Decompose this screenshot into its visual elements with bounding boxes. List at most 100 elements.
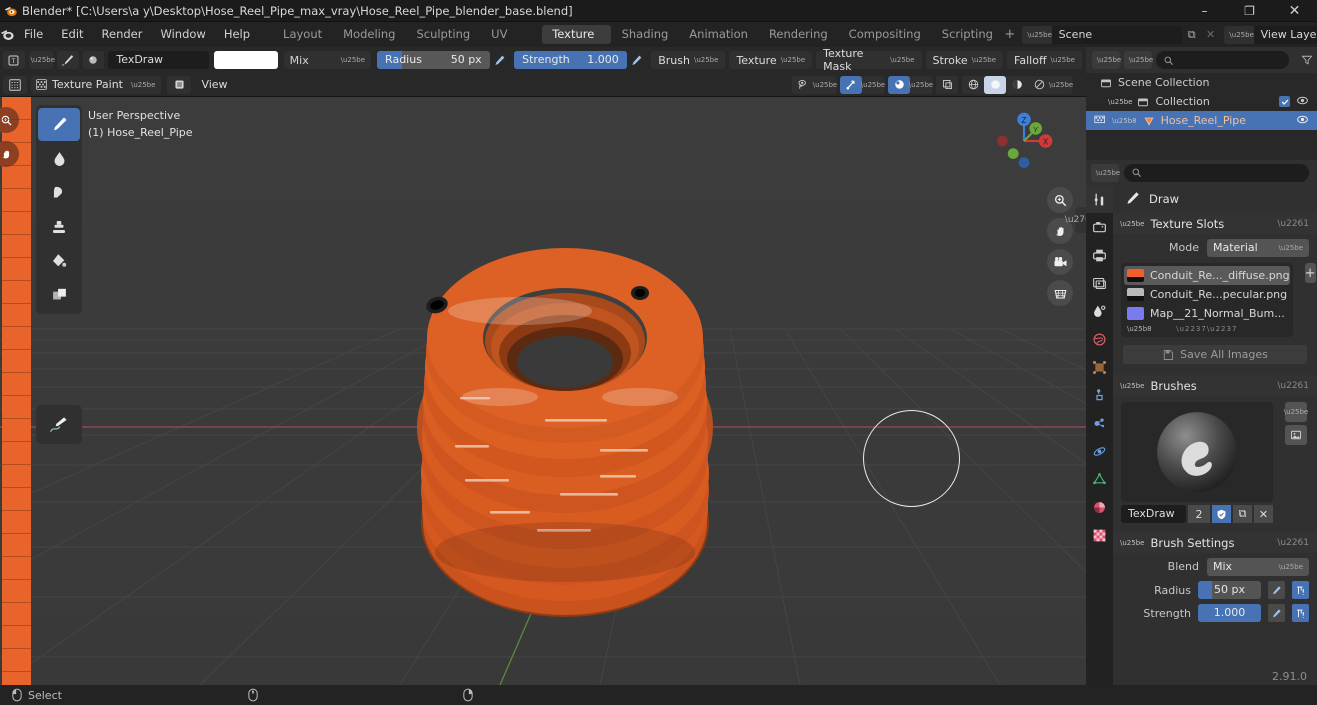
properties-tab-scene[interactable]: [1086, 297, 1113, 325]
brush-name-field[interactable]: TexDraw: [108, 51, 210, 69]
panel-drag-handle[interactable]: \u2261: [1277, 219, 1309, 229]
menu-render[interactable]: Render: [93, 22, 152, 47]
radius-pressure-icon[interactable]: [492, 51, 507, 69]
properties-tab-render[interactable]: [1086, 213, 1113, 241]
outliner-row-scene-collection[interactable]: Scene Collection: [1086, 73, 1317, 92]
material-preview-shading-icon[interactable]: [1006, 76, 1028, 94]
tool-annotate[interactable]: [38, 408, 80, 441]
maximize-button[interactable]: ❐: [1227, 0, 1272, 22]
properties-tab-object-data[interactable]: [1086, 465, 1113, 493]
slot-list-resize-grip[interactable]: \u2237\u2237: [1176, 325, 1237, 333]
tab-texture-paint[interactable]: Texture Paint: [542, 25, 611, 60]
brush-popover[interactable]: Brush \u25be: [651, 51, 726, 69]
unlink-brush-button[interactable]: ✕: [1254, 505, 1273, 523]
falloff-popover[interactable]: Falloff \u25be: [1007, 51, 1082, 69]
image-pan-button[interactable]: [0, 141, 19, 167]
tab-layout[interactable]: Layout: [273, 25, 332, 44]
tool-soften[interactable]: [38, 142, 80, 175]
scene-icon[interactable]: \u25be: [1021, 25, 1052, 44]
object-visibility-icon[interactable]: [1296, 114, 1309, 128]
tab-animation[interactable]: Animation: [679, 25, 758, 44]
editor-type-icon[interactable]: T: [3, 51, 25, 69]
texture-slots-mode-select[interactable]: Material \u25be: [1207, 238, 1309, 257]
scene-name[interactable]: Scene: [1051, 25, 1182, 44]
xray-toggle[interactable]: [936, 75, 958, 94]
3d-viewport[interactable]: User Perspective (1) Hose_Reel_Pipe Z X …: [0, 97, 1086, 685]
gizmo-chevron-icon[interactable]: \u25be: [861, 76, 885, 94]
collection-checkbox[interactable]: [1279, 96, 1290, 107]
properties-tab-particles[interactable]: [1086, 409, 1113, 437]
texture-popover[interactable]: Texture \u25be: [729, 51, 813, 69]
strength-pressure-toggle[interactable]: [1268, 604, 1285, 622]
image-zoom-button[interactable]: [0, 107, 19, 133]
rendered-shading-icon[interactable]: [1028, 76, 1050, 94]
gizmo-popover[interactable]: \u25be: [840, 75, 885, 94]
menu-edit[interactable]: Edit: [52, 22, 92, 47]
props-strength-slider[interactable]: 1.000: [1198, 604, 1261, 622]
zoom-view-button[interactable]: [1047, 187, 1073, 213]
tab-compositing[interactable]: Compositing: [839, 25, 931, 44]
stroke-popover[interactable]: Stroke \u25be: [925, 51, 1004, 69]
brush-name-value[interactable]: TexDraw: [1121, 505, 1186, 523]
view-layer-icon[interactable]: \u25be: [1223, 25, 1254, 44]
blend-mode-select[interactable]: Mix \u25be: [283, 51, 372, 69]
object-disclosure-icon[interactable]: \u25b8: [1112, 117, 1137, 125]
shading-chevron-icon[interactable]: \u25be: [1049, 76, 1073, 94]
tab-modeling[interactable]: Modeling: [333, 25, 405, 44]
properties-tab-output[interactable]: [1086, 241, 1113, 269]
texture-slot-item[interactable]: Conduit_Re...pecular.png: [1124, 285, 1290, 304]
gizmo-toggle-icon[interactable]: [840, 75, 862, 94]
camera-view-button[interactable]: [1047, 249, 1073, 275]
texture-slot-item[interactable]: Conduit_Re..._diffuse.png: [1124, 266, 1290, 285]
panel-drag-handle[interactable]: \u2261: [1277, 381, 1309, 391]
tab-uv-editing[interactable]: UV Editing: [481, 25, 541, 60]
solid-shading-icon[interactable]: [984, 75, 1006, 94]
toggle-orthographic-button[interactable]: [1047, 280, 1073, 306]
texture-slots-disclosure-icon[interactable]: \u25be: [1120, 220, 1144, 228]
radius-slider[interactable]: Radius 50 px: [377, 51, 490, 69]
brush-users-count[interactable]: 2: [1188, 505, 1210, 523]
strength-unified-toggle[interactable]: [1292, 604, 1309, 622]
overlays-popover[interactable]: \u25be: [888, 75, 933, 94]
properties-tab-world[interactable]: [1086, 325, 1113, 353]
view-layer-name[interactable]: View Layer: [1253, 25, 1317, 44]
brush-list-dropdown-button[interactable]: \u25be: [1284, 402, 1308, 422]
props-radius-slider[interactable]: 50 px: [1198, 581, 1261, 599]
tab-sculpting[interactable]: Sculpting: [406, 25, 480, 44]
brush-icon[interactable]: [56, 51, 79, 69]
radius-pressure-toggle[interactable]: [1268, 581, 1285, 599]
properties-search-input[interactable]: [1124, 163, 1309, 182]
overlays-chevron-icon[interactable]: \u25be: [909, 76, 933, 94]
navigation-gizmo[interactable]: Z X Y: [988, 105, 1060, 177]
collection-visibility-icon[interactable]: [1296, 95, 1309, 109]
brush-preview-image-button[interactable]: [1285, 425, 1307, 445]
save-all-images-button[interactable]: Save All Images: [1123, 345, 1307, 364]
tool-fill[interactable]: [38, 244, 80, 277]
viewport-editor-type-icon[interactable]: [3, 75, 27, 94]
properties-tab-material[interactable]: [1086, 493, 1113, 521]
visibility-icon[interactable]: [792, 76, 814, 94]
strength-slider[interactable]: Strength 1.000: [514, 51, 627, 69]
tab-rendering[interactable]: Rendering: [759, 25, 838, 44]
slot-list-expand-icon[interactable]: \u25b8: [1127, 325, 1152, 333]
tab-shading[interactable]: Shading: [612, 25, 679, 44]
brush-settings-disclosure-icon[interactable]: \u25be: [1120, 539, 1144, 547]
menu-help[interactable]: Help: [215, 22, 259, 47]
properties-tab-texture[interactable]: [1086, 521, 1113, 549]
properties-tab-view-layer[interactable]: [1086, 269, 1113, 297]
brush-preview[interactable]: [1121, 402, 1273, 502]
add-texture-slot-button[interactable]: +: [1304, 263, 1316, 283]
properties-tab-object[interactable]: [1086, 353, 1113, 381]
brushes-disclosure-icon[interactable]: \u25be: [1120, 382, 1144, 390]
delete-scene-button[interactable]: ✕: [1202, 26, 1220, 44]
properties-tab-physics[interactable]: [1086, 437, 1113, 465]
close-button[interactable]: ✕: [1272, 0, 1317, 22]
interaction-mode-select[interactable]: Texture Paint \u25be: [31, 75, 162, 94]
panel-drag-handle[interactable]: \u2261: [1277, 538, 1309, 548]
brush-color-swatch[interactable]: [214, 51, 278, 69]
properties-tab-tool[interactable]: [1086, 185, 1113, 213]
minimize-button[interactable]: –: [1182, 0, 1227, 22]
outliner-row-collection[interactable]: \u25be Collection: [1086, 92, 1317, 111]
sidebar-toggle-icon[interactable]: \u276e: [1065, 207, 1086, 233]
outliner-search-input[interactable]: [1156, 51, 1289, 69]
